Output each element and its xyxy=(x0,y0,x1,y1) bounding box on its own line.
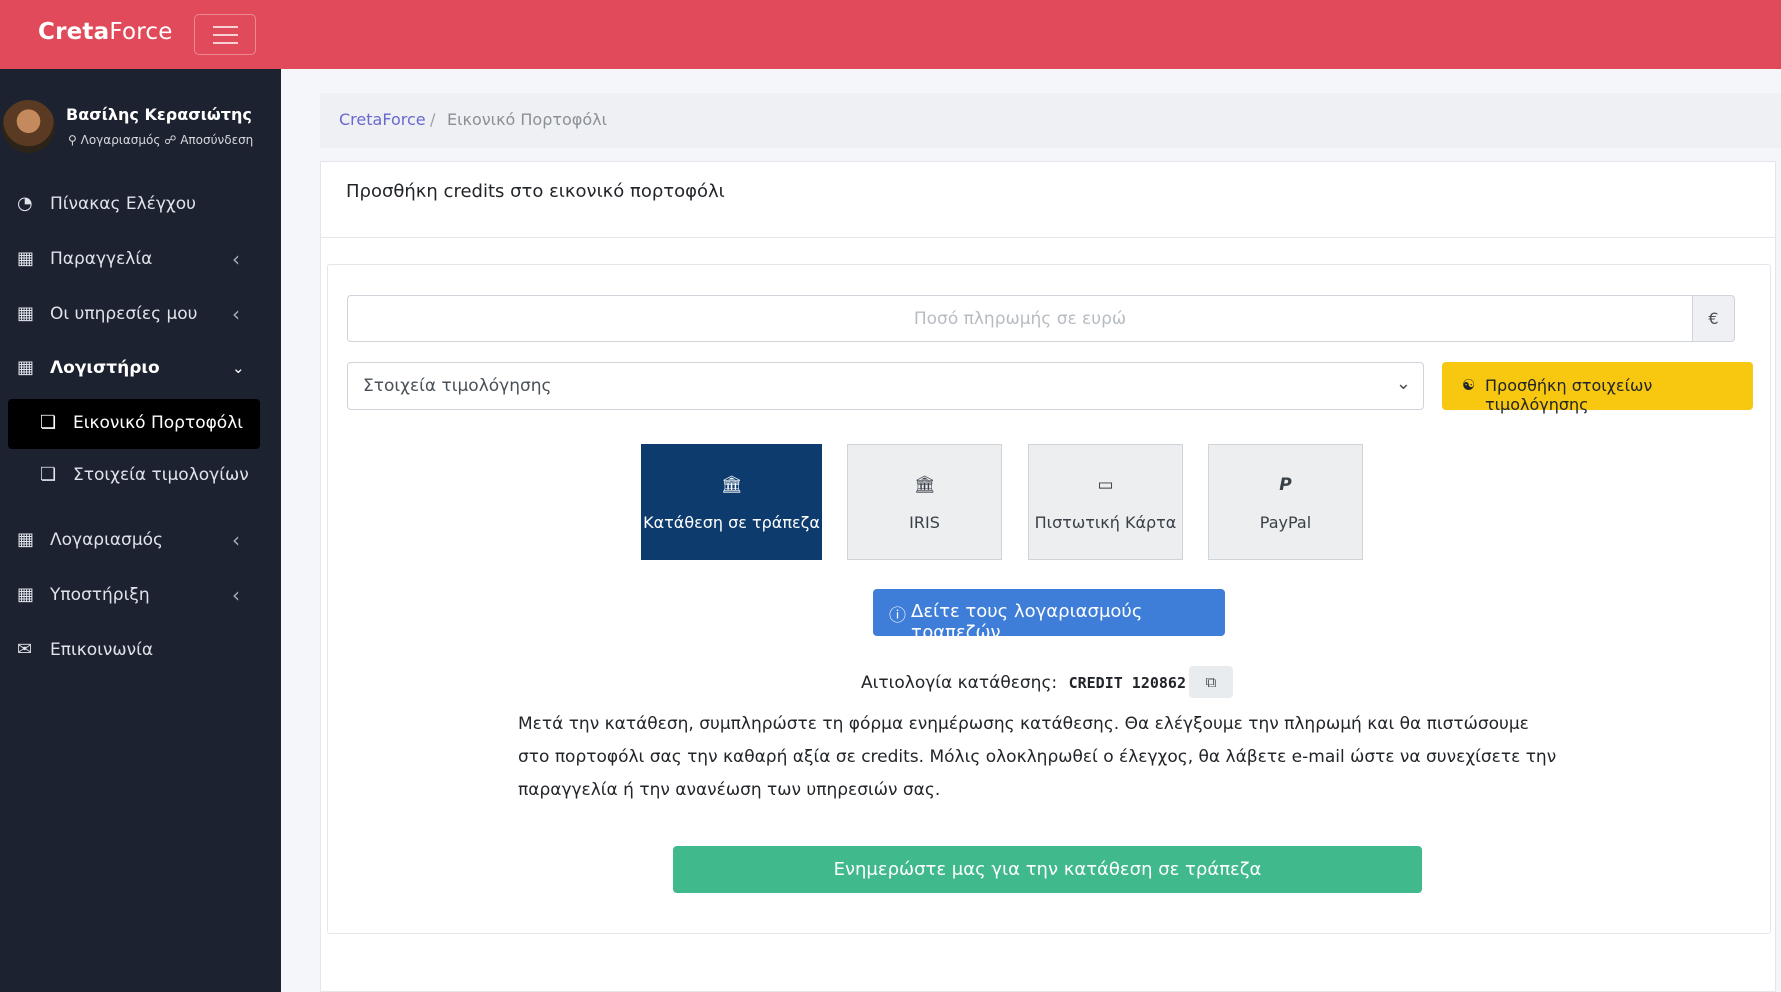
credit-card-icon: ▭ xyxy=(1097,475,1114,495)
chevron-left-icon: ‹ xyxy=(232,528,240,552)
logout-link[interactable]: Αποσύνδεση xyxy=(180,133,253,147)
chevron-down-icon: ⌄ xyxy=(232,359,245,377)
copy-icon: ❏ xyxy=(40,464,57,485)
sidebar-item-contact[interactable]: ✉ Επικοινωνία xyxy=(0,627,281,675)
calendar-icon: ▦ xyxy=(17,584,35,605)
reference-code: CREDIT 120862 xyxy=(1068,674,1186,692)
sidebar-item-label: Εικονικό Πορτοφόλι xyxy=(73,413,244,433)
method-label: PayPal xyxy=(1259,513,1312,532)
copy-icon: ❏ xyxy=(40,412,57,433)
sidebar-item-support[interactable]: ▦ Υποστήριξη ‹ xyxy=(0,572,281,620)
reference-label: Αιτιολογία κατάθεσης: xyxy=(861,673,1058,693)
method-label: Κατάθεση σε τράπεζα xyxy=(643,513,820,532)
method-bank-deposit[interactable]: 🏛 Κατάθεση σε τράπεζα xyxy=(641,444,822,560)
view-bank-accounts-button[interactable]: ⓘ Δείτε τους λογαριασμούς τραπεζών xyxy=(873,589,1225,643)
breadcrumb-current: Εικονικό Πορτοφόλι xyxy=(447,110,608,129)
bank-icon: 🏛 xyxy=(913,475,936,495)
method-credit-card[interactable]: ▭ Πιστωτική Κάρτα xyxy=(1028,444,1183,560)
billing-select-value: Στοιχεία τιμολόγησης xyxy=(363,376,552,396)
currency-addon: € xyxy=(1692,295,1735,342)
sidebar-item-label: Παραγγελία xyxy=(50,249,153,269)
method-label: IRIS xyxy=(909,513,940,532)
bank-icon: 🏛 xyxy=(720,475,743,495)
sidebar-item-order[interactable]: ▦ Παραγγελία ‹ xyxy=(0,236,281,284)
menu-toggle-button[interactable] xyxy=(194,14,256,55)
sidebar-subitem-virtual-wallet[interactable]: ❏ Εικονικό Πορτοφόλι xyxy=(8,399,260,449)
breadcrumb: CretaForce / Εικονικό Πορτοφόλι xyxy=(320,93,1781,148)
sidebar-item-services[interactable]: ▦ Οι υπηρεσίες μου ‹ xyxy=(0,291,281,339)
page-title: Προσθήκη credits στο εικονικό πορτοφόλι xyxy=(346,181,725,202)
add-billing-label: Προσθήκη στοιχείων τιμολόγησης xyxy=(1485,376,1653,414)
method-label: Πιστωτική Κάρτα xyxy=(1034,513,1177,532)
calendar-icon: ▦ xyxy=(17,357,35,378)
sidebar-item-label: Επικοινωνία xyxy=(50,640,154,660)
method-paypal[interactable]: P PayPal xyxy=(1208,444,1363,560)
chevron-down-icon: ⌄ xyxy=(1395,373,1411,394)
billing-details-select[interactable]: Στοιχεία τιμολόγησης ⌄ xyxy=(347,362,1424,410)
user-name: Βασίλης Κερασιώτης xyxy=(66,105,252,124)
account-link[interactable]: Λογαριασμός xyxy=(81,133,161,147)
user-icon: ⚲ xyxy=(68,133,77,147)
user-links: ⚲ Λογαριασμός ☍ Αποσύνδεση xyxy=(68,133,253,147)
chevron-left-icon: ‹ xyxy=(232,583,240,607)
wallet-card: Προσθήκη credits στο εικονικό πορτοφόλι … xyxy=(320,161,1777,992)
chevron-left-icon: ‹ xyxy=(232,247,240,271)
sidebar-item-account[interactable]: ▦ Λογαριασμός ‹ xyxy=(0,517,281,565)
breadcrumb-home-link[interactable]: CretaForce xyxy=(339,110,426,129)
method-iris[interactable]: 🏛 IRIS xyxy=(847,444,1002,560)
calendar-icon: ▦ xyxy=(17,529,35,550)
sidebar-item-accounting[interactable]: ▦ Λογιστήριο ⌄ xyxy=(0,345,281,393)
notify-bank-deposit-button[interactable]: Ενημερώστε μας για την κατάθεση σε τράπε… xyxy=(673,846,1422,893)
breadcrumb-separator: / xyxy=(430,110,436,129)
users-icon: ☯ xyxy=(1462,376,1476,394)
top-navbar: CretaForce xyxy=(0,0,1781,69)
lock-icon: ☍ xyxy=(164,133,177,147)
brand-logo[interactable]: CretaForce xyxy=(38,19,173,45)
dashboard-icon: ◔ xyxy=(17,193,33,214)
envelope-icon: ✉ xyxy=(17,639,33,660)
paypal-icon: P xyxy=(1279,475,1292,495)
amount-input[interactable] xyxy=(347,295,1693,342)
deposit-instructions: Μετά την κατάθεση, συμπληρώστε τη φόρμα … xyxy=(518,714,1557,800)
sidebar-item-label: Πίνακας Ελέγχου xyxy=(50,194,196,214)
sidebar-item-label: Λογαριασμός xyxy=(50,530,164,550)
sidebar-item-dashboard[interactable]: ◔ Πίνακας Ελέγχου xyxy=(0,181,281,229)
copy-icon: ⧉ xyxy=(1205,673,1217,691)
sidebar-item-label: Λογιστήριο xyxy=(50,358,160,378)
calendar-icon: ▦ xyxy=(17,248,35,269)
sidebar-item-label: Οι υπηρεσίες μου xyxy=(50,304,198,324)
info-icon: ⓘ xyxy=(889,606,906,626)
sidebar-item-label: Υποστήριξη xyxy=(50,585,150,605)
credit-form: € Στοιχεία τιμολόγησης ⌄ ☯ Προσθήκη στοι… xyxy=(327,264,1771,934)
card-header: Προσθήκη credits στο εικονικό πορτοφόλι xyxy=(321,162,1777,238)
sidebar-subitem-invoice-details[interactable]: ❏ Στοιχεία τιμολογίων xyxy=(8,451,260,501)
add-billing-details-button[interactable]: ☯ Προσθήκη στοιχείων τιμολόγησης xyxy=(1442,362,1753,414)
sidebar-item-label: Στοιχεία τιμολογίων xyxy=(73,465,249,485)
chevron-left-icon: ‹ xyxy=(232,302,240,326)
avatar xyxy=(2,100,55,153)
deposit-reference: Αιτιολογία κατάθεσης: CREDIT 120862 xyxy=(861,673,1186,693)
view-bank-accounts-label: Δείτε τους λογαριασμούς τραπεζών xyxy=(911,601,1143,643)
calendar-icon: ▦ xyxy=(17,303,35,324)
copy-reference-button[interactable]: ⧉ xyxy=(1189,666,1233,698)
